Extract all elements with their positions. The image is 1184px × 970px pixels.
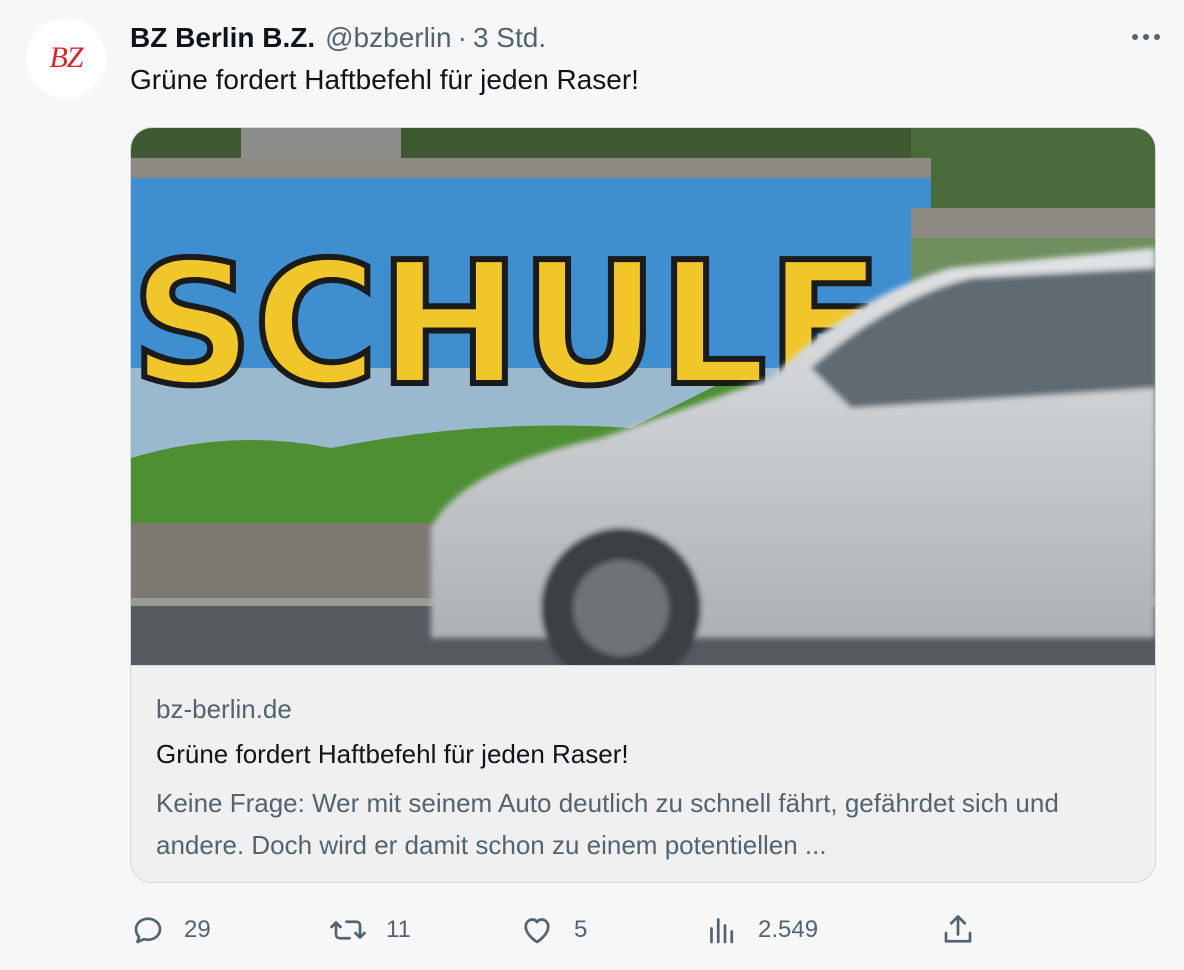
more-dots-icon[interactable] — [1126, 22, 1166, 52]
reply-button[interactable]: 29 — [130, 906, 211, 954]
card-description: Keine Frage: Wer mit seinem Auto deutlic… — [156, 788, 1059, 860]
tweet-text: Grüne fordert Haftbefehl für jeden Raser… — [130, 64, 639, 95]
like-count: 5 — [574, 916, 588, 943]
separator: · — [457, 22, 467, 53]
reply-icon — [130, 912, 166, 948]
reply-count: 29 — [184, 916, 211, 943]
card-domain: bz-berlin.de — [156, 694, 292, 724]
retweet-button[interactable]: 11 — [328, 906, 411, 954]
views-button[interactable]: 2.549 — [704, 906, 818, 954]
tweet-header: BZ Berlin B.Z. @bzberlin · 3 Std. — [130, 22, 1144, 58]
link-card[interactable]: SCHULE bz-berlin.de Grüne fordert Haftbe… — [130, 127, 1156, 883]
like-button[interactable]: 5 — [518, 906, 587, 954]
card-photo: SCHULE — [131, 128, 1155, 665]
card-body[interactable]: bz-berlin.de Grüne fordert Haftbefehl fü… — [131, 665, 1155, 882]
card-title: Grüne fordert Haftbefehl für jeden Raser… — [156, 739, 629, 769]
timestamp[interactable]: 3 Std. — [473, 22, 546, 54]
retweet-icon — [328, 912, 368, 948]
author-name[interactable]: BZ Berlin B.Z. — [130, 22, 315, 54]
retweet-count: 11 — [386, 916, 411, 943]
bz-logo: BZ — [49, 41, 83, 74]
tweet-actions: 29 11 5 2.549 — [130, 906, 1184, 954]
heart-icon — [518, 912, 556, 948]
card-image[interactable]: SCHULE — [131, 128, 1155, 665]
author-handle[interactable]: @bzberlin — [325, 22, 451, 54]
share-button[interactable] — [940, 906, 976, 954]
views-chart-icon — [704, 912, 740, 948]
avatar[interactable]: BZ — [26, 18, 106, 98]
share-icon — [940, 912, 976, 948]
views-count: 2.549 — [758, 916, 819, 943]
